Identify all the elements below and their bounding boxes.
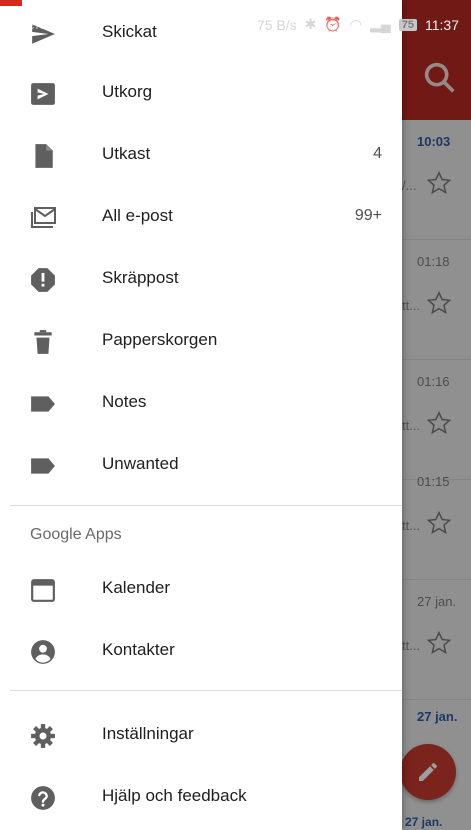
all-mail-icon — [31, 207, 56, 228]
status-indicators: 75 B/s ✱ ⏰ ◠ ▂▄ 75 11:37 — [257, 16, 459, 33]
drawer-item-calendar[interactable]: Kalender — [0, 558, 402, 620]
battery-icon: 75 — [398, 18, 417, 31]
drawer-item-outbox[interactable]: Utkorg — [0, 62, 402, 124]
spam-icon — [31, 268, 55, 292]
drawer-item-label: Papperskorgen — [102, 330, 218, 349]
drawer-item-all-mail[interactable]: All e-post 99+ — [0, 186, 402, 248]
drawer-item-label: Hjälp och feedback — [102, 786, 247, 805]
drafts-count: 4 — [373, 145, 382, 162]
network-speed: 75 B/s — [256, 16, 297, 33]
bluetooth-icon: ✱ — [304, 16, 317, 32]
carrier-label: Tele2 — [20, 16, 55, 32]
drawer-item-label: Notes — [102, 392, 147, 411]
wifi-icon: ◠ — [349, 16, 363, 32]
section-title-google-apps: Google Apps — [30, 526, 122, 543]
status-bar: Tele2 75 B/s ✱ ⏰ ◠ ▂▄ 75 11:37 — [0, 0, 471, 48]
drawer-item-spam[interactable]: Skräppost — [0, 248, 402, 310]
signal-icon: ▂▄ — [370, 16, 391, 32]
outbox-icon — [31, 83, 55, 105]
label-icon — [31, 396, 55, 412]
calendar-icon — [31, 579, 55, 602]
drawer-item-notes[interactable]: Notes — [0, 372, 402, 434]
drawer-item-label: Unwanted — [102, 454, 179, 473]
label-icon — [31, 458, 55, 474]
help-icon — [31, 786, 55, 810]
drawer-item-label: Kalender — [102, 578, 171, 597]
drawer-item-settings[interactable]: Inställningar — [0, 704, 402, 766]
drawer-item-unwanted[interactable]: Unwanted — [0, 434, 402, 496]
trash-icon — [34, 330, 52, 354]
drawer-item-drafts[interactable]: Utkast 4 — [0, 124, 402, 186]
draft-icon — [35, 144, 53, 168]
divider — [10, 690, 402, 691]
alarm-icon: ⏰ — [324, 16, 342, 32]
contacts-icon — [31, 640, 55, 664]
drawer-item-label: Utkorg — [102, 82, 153, 101]
divider — [10, 505, 402, 506]
drawer-item-label: Kontakter — [102, 640, 175, 659]
drawer-item-label: Inställningar — [102, 724, 194, 743]
drawer-item-label: Utkast — [102, 144, 151, 163]
clock: 11:37 — [425, 16, 459, 33]
drawer-item-trash[interactable]: Papperskorgen — [0, 310, 402, 372]
drawer-item-label: All e-post — [102, 206, 173, 225]
drawer-item-help[interactable]: Hjälp och feedback — [0, 766, 402, 828]
navigation-drawer: Skickat Utkorg Utkast 4 All e-post 99+ S… — [0, 0, 402, 830]
all-mail-count: 99+ — [354, 207, 382, 224]
drawer-item-label: Skräppost — [102, 268, 179, 287]
notification-indicator — [0, 0, 22, 6]
gear-icon — [31, 724, 55, 748]
drawer-item-contacts[interactable]: Kontakter — [0, 620, 402, 682]
